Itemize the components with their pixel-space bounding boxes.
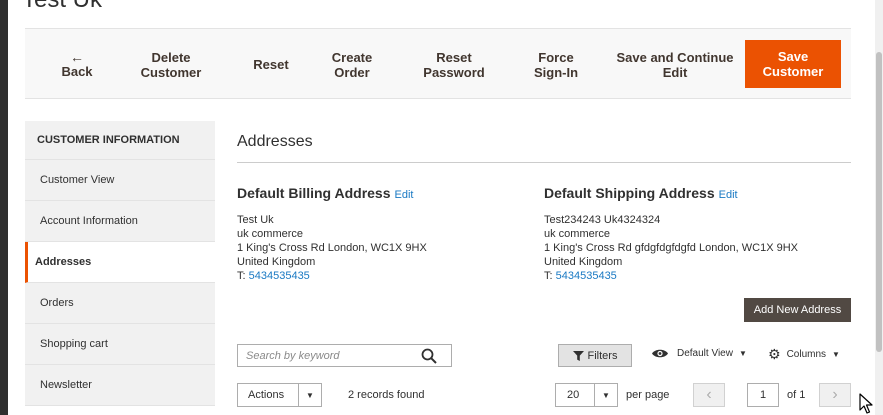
save-customer-label-line2: Customer <box>762 64 824 79</box>
customer-edit-panel: Test Uk ← Back Delete Customer Reset Cre… <box>8 0 875 415</box>
per-page-select[interactable]: 20 ▼ <box>555 383 618 407</box>
chevron-left-icon: ‹ <box>706 386 712 403</box>
sidebar-item-orders[interactable]: Orders <box>25 283 215 324</box>
shipping-address-heading: Default Shipping Address <box>544 185 715 201</box>
reset-password-button[interactable]: Reset Password <box>413 29 495 100</box>
addresses-section: Addresses Default Billing Address Edit Te… <box>237 121 851 407</box>
search-input[interactable] <box>238 345 408 366</box>
sidebar-heading: CUSTOMER INFORMATION <box>25 121 215 160</box>
shipping-address-lines: Test234243 Uk4324324 uk commerce 1 King'… <box>544 213 844 283</box>
create-order-label-line2: Order <box>334 64 370 80</box>
backdrop-edge <box>0 0 8 415</box>
section-title: Addresses <box>237 121 851 163</box>
billing-company: uk commerce <box>237 228 304 240</box>
default-billing-address: Default Billing Address Edit Test Uk uk c… <box>237 185 537 283</box>
default-view-label: Default View <box>677 348 733 359</box>
page-number-input[interactable] <box>747 383 779 407</box>
shipping-phone-row: T: 5434535435 <box>544 269 844 283</box>
sidebar-item-shopping-cart[interactable]: Shopping cart <box>25 324 215 365</box>
default-view-dropdown[interactable]: Default View ▼ <box>651 348 747 359</box>
shipping-street: 1 King's Cross Rd gfdgfdgfdgfd London, W… <box>544 242 799 254</box>
per-page-value: 20 <box>567 389 580 401</box>
chevron-right-icon: › <box>832 386 838 403</box>
delete-customer-label-line2: Customer <box>140 64 202 80</box>
sidebar-item-customer-view[interactable]: Customer View <box>25 160 215 201</box>
force-sign-in-label-line2: Sign-In <box>533 64 579 80</box>
reset-button[interactable]: Reset <box>243 29 299 100</box>
page-scrollbar[interactable] <box>875 0 883 415</box>
chevron-down-icon: ▼ <box>298 384 321 406</box>
chevron-down-icon: ▼ <box>832 349 840 359</box>
shipping-phone-link[interactable]: 5434535435 <box>556 270 617 282</box>
billing-address-title: Default Billing Address Edit <box>237 185 537 201</box>
eye-icon <box>652 349 668 358</box>
mouse-pointer-icon <box>859 393 873 414</box>
scrollbar-thumb[interactable] <box>876 52 882 352</box>
filters-button[interactable]: Filters <box>558 344 632 367</box>
edit-shipping-link[interactable]: Edit <box>719 189 738 201</box>
chevron-down-icon: ▼ <box>738 349 747 358</box>
sidebar-item-account-information[interactable]: Account Information <box>25 201 215 242</box>
arrow-left-icon: ← <box>70 49 84 65</box>
default-shipping-address: Default Shipping Address Edit Test234243 … <box>544 185 844 283</box>
actions-label: Actions <box>248 389 285 401</box>
next-page-button[interactable]: › <box>819 383 851 407</box>
billing-country: United Kingdom <box>237 256 316 268</box>
save-and-continue-button[interactable]: Save and Continue Edit <box>609 29 741 100</box>
page-title: Test Uk <box>22 0 102 14</box>
save-customer-label-line1: Save <box>777 49 809 64</box>
filters-button-label: Filters <box>587 349 618 362</box>
force-sign-in-button[interactable]: Force Sign-In <box>519 29 593 100</box>
reset-password-label-line1: Reset <box>436 49 472 65</box>
sidebar-item-addresses[interactable]: Addresses <box>25 242 215 283</box>
delete-customer-button[interactable]: Delete Customer <box>135 29 207 100</box>
force-sign-in-label-line1: Force <box>538 49 574 65</box>
save-and-continue-label-line1: Save and Continue <box>616 49 734 65</box>
keyword-search-box <box>237 344 452 367</box>
filter-funnel-icon <box>572 350 584 361</box>
add-new-address-button[interactable]: Add New Address <box>744 298 851 322</box>
records-found-count: 2 records found <box>348 389 425 401</box>
shipping-country: United Kingdom <box>544 256 623 268</box>
edit-billing-link[interactable]: Edit <box>395 189 414 201</box>
chevron-down-icon: ▼ <box>594 384 617 406</box>
mass-actions-dropdown[interactable]: Actions ▼ <box>237 383 322 407</box>
back-button-label: Back <box>61 64 93 79</box>
columns-dropdown[interactable]: ⚙ Columns ▼ <box>768 346 840 362</box>
billing-phone-prefix: T: <box>237 270 249 282</box>
columns-label: Columns <box>786 348 827 360</box>
previous-page-button[interactable]: ‹ <box>693 383 725 407</box>
billing-address-heading: Default Billing Address <box>237 185 391 201</box>
billing-street: 1 King's Cross Rd London, WC1X 9HX <box>237 242 427 254</box>
per-page-label: per page <box>626 389 670 401</box>
billing-phone-row: T: 5434535435 <box>237 269 537 283</box>
billing-address-lines: Test Uk uk commerce 1 King's Cross Rd Lo… <box>237 213 537 283</box>
save-and-continue-label-line2: Edit <box>662 64 688 80</box>
shipping-phone-prefix: T: <box>544 270 556 282</box>
create-order-button[interactable]: Create Order <box>321 29 383 100</box>
delete-customer-label-line1: Delete <box>151 49 191 65</box>
gear-icon: ⚙ <box>768 346 781 362</box>
page-total: of 1 <box>787 389 806 401</box>
save-customer-button[interactable]: Save Customer <box>745 40 841 88</box>
shipping-company: uk commerce <box>544 228 611 240</box>
reset-button-label: Reset <box>253 57 289 72</box>
search-icon[interactable] <box>421 348 437 364</box>
customer-info-sidebar: CUSTOMER INFORMATION Customer View Accou… <box>25 121 215 415</box>
shipping-name: Test234243 Uk4324324 <box>544 214 661 226</box>
sidebar-item-newsletter[interactable]: Newsletter <box>25 365 215 406</box>
shipping-address-title: Default Shipping Address Edit <box>544 185 844 201</box>
page-actions-toolbar: ← Back Delete Customer Reset Create Orde… <box>25 28 851 99</box>
reset-password-label-line2: Password <box>423 64 485 80</box>
back-button[interactable]: ← Back <box>53 29 101 100</box>
billing-phone-link[interactable]: 5434535435 <box>249 270 310 282</box>
billing-name: Test Uk <box>237 214 274 226</box>
create-order-label-line1: Create <box>331 49 373 65</box>
